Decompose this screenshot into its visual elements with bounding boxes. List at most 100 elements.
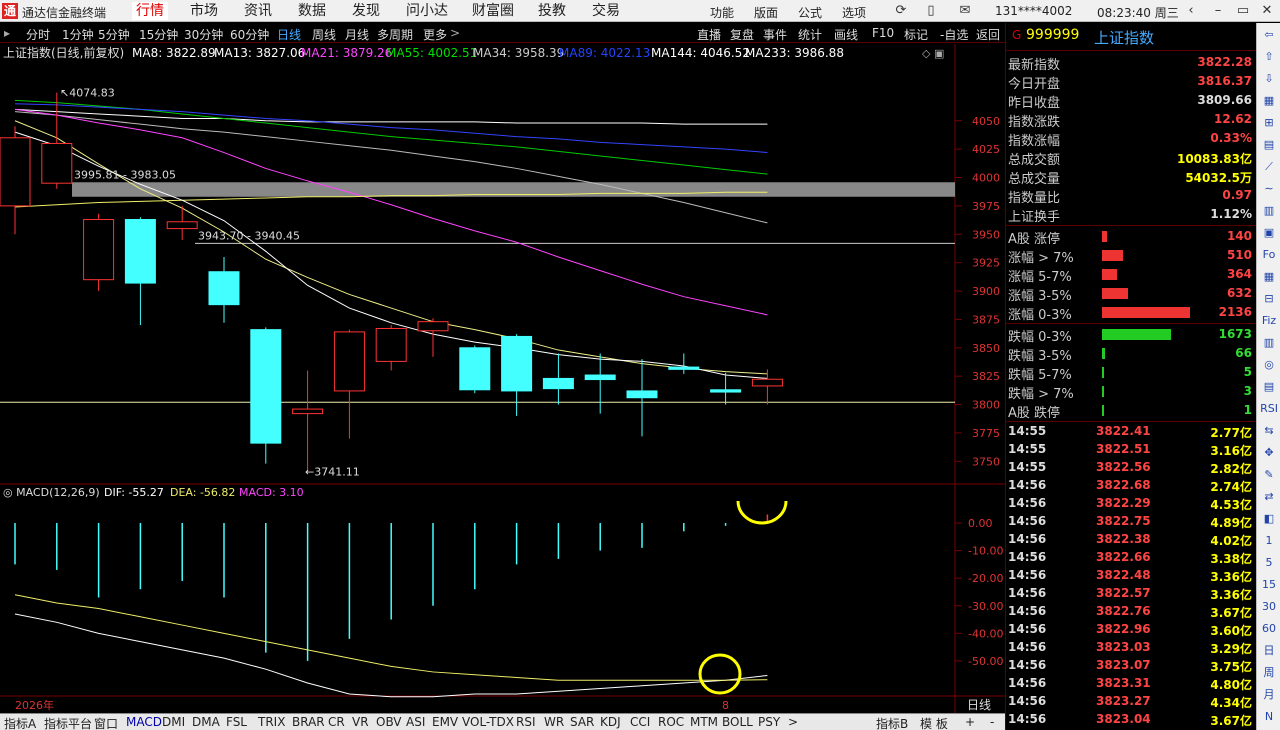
kline-chart[interactable]: 上证指数(日线,前复权) MA8: 3822.89MA13: 3827.06MA2…	[0, 44, 1005, 713]
toolbar-action-3[interactable]: 统计	[798, 26, 822, 43]
tool-icon-11[interactable]: ▦	[1259, 268, 1279, 285]
period-tab-4[interactable]: 30分钟	[184, 26, 223, 43]
toolbar-action-5[interactable]: F10	[872, 26, 894, 40]
period-tab-6[interactable]: 日线	[277, 26, 301, 43]
tool-icon-31[interactable]: N	[1259, 708, 1279, 725]
phone-icon[interactable]: ▯	[923, 3, 939, 19]
tool-icon-13[interactable]: Fiz	[1259, 312, 1279, 329]
tool-icon-20[interactable]: ✎	[1259, 466, 1279, 483]
indicator-tab-13[interactable]: EMV	[432, 715, 458, 729]
indicator-tab-0[interactable]: 指标A	[4, 715, 36, 730]
indicator-tab-5[interactable]: DMA	[192, 715, 220, 729]
close-icon[interactable]: ✕	[1259, 3, 1275, 19]
refresh-icon[interactable]: ⟳	[893, 3, 909, 19]
period-tab-9[interactable]: 多周期	[377, 26, 413, 43]
toolbar-action-0[interactable]: 直播	[697, 26, 721, 43]
menu-function[interactable]: 功能	[710, 4, 734, 21]
tool-icon-18[interactable]: ⇆	[1259, 422, 1279, 439]
tool-icon-4[interactable]: ⊞	[1259, 114, 1279, 131]
tool-icon-12[interactable]: ⊟	[1259, 290, 1279, 307]
indicator-tab-20[interactable]: ROC	[658, 715, 684, 729]
bottom-right-2[interactable]: +	[965, 715, 975, 729]
stock-name[interactable]: 上证指数	[1094, 27, 1154, 48]
indicator-tab-16[interactable]: WR	[544, 715, 564, 729]
period-tab-2[interactable]: 5分钟	[98, 26, 130, 43]
indicator-tab-17[interactable]: SAR	[570, 715, 594, 729]
toolbar-action-1[interactable]: 复盘	[730, 26, 754, 43]
indicator-tab-2[interactable]: 窗口	[94, 715, 118, 730]
period-tab-1[interactable]: 1分钟	[62, 26, 94, 43]
indicator-tab-24[interactable]: >	[788, 715, 798, 729]
tool-icon-8[interactable]: ▥	[1259, 202, 1279, 219]
minimize-icon[interactable]: –	[1210, 3, 1226, 19]
indicator-tab-3[interactable]: MACD	[126, 715, 162, 729]
indicator-tab-14[interactable]: VOL-TDX	[462, 715, 514, 729]
indicator-tab-9[interactable]: CR	[328, 715, 345, 729]
indicator-tab-8[interactable]: BRAR	[292, 715, 325, 729]
tool-icon-19[interactable]: ✥	[1259, 444, 1279, 461]
tool-icon-6[interactable]: ⟋	[1259, 158, 1279, 175]
tool-icon-1[interactable]: ⇧	[1259, 48, 1279, 65]
tool-icon-17[interactable]: RSI	[1259, 400, 1279, 417]
menu-3[interactable]: 数据	[298, 2, 326, 20]
tool-icon-0[interactable]: ⇦	[1259, 26, 1279, 43]
indicator-tab-4[interactable]: DMI	[162, 715, 185, 729]
indicator-tab-19[interactable]: CCI	[630, 715, 650, 729]
tool-icon-16[interactable]: ▤	[1259, 378, 1279, 395]
tool-icon-30[interactable]: 月	[1259, 686, 1279, 703]
tool-icon-10[interactable]: Fo	[1259, 246, 1279, 263]
indicator-tab-21[interactable]: MTM	[690, 715, 718, 729]
period-tab-0[interactable]: 分时	[26, 26, 50, 43]
period-tab-8[interactable]: 月线	[345, 26, 369, 43]
menu-6[interactable]: 财富圈	[472, 2, 514, 20]
indicator-tab-22[interactable]: BOLL	[722, 715, 753, 729]
user-account[interactable]: 131****4002	[995, 4, 1072, 18]
period-tab-10[interactable]: 更多	[423, 26, 447, 43]
tool-icon-15[interactable]: ◎	[1259, 356, 1279, 373]
menu-options[interactable]: 选项	[842, 4, 866, 21]
candle[interactable]	[250, 327, 282, 464]
toolbar-collapse-icon[interactable]: ▸	[4, 26, 10, 40]
candle[interactable]	[83, 213, 115, 292]
tool-icon-2[interactable]: ⇩	[1259, 70, 1279, 87]
tool-icon-27[interactable]: 60	[1259, 620, 1279, 637]
period-tab-5[interactable]: 60分钟	[230, 26, 269, 43]
indicator-tab-15[interactable]: RSI	[516, 715, 536, 729]
tool-icon-14[interactable]: ▥	[1259, 334, 1279, 351]
menu-formula[interactable]: 公式	[798, 4, 822, 21]
tool-icon-5[interactable]: ▤	[1259, 136, 1279, 153]
bottom-right-1[interactable]: 模 板	[920, 715, 948, 730]
tool-icon-9[interactable]: ▣	[1259, 224, 1279, 241]
period-tab-7[interactable]: 周线	[312, 26, 336, 43]
maximize-icon[interactable]: ▭	[1235, 3, 1251, 19]
indicator-tab-12[interactable]: ASI	[406, 715, 425, 729]
indicator-tab-1[interactable]: 指标平台	[44, 715, 92, 730]
indicator-tab-10[interactable]: VR	[352, 715, 369, 729]
tool-icon-22[interactable]: ◧	[1259, 510, 1279, 527]
menu-5[interactable]: 问小达	[406, 2, 448, 20]
tool-icon-7[interactable]: ∼	[1259, 180, 1279, 197]
menu-4[interactable]: 发现	[352, 2, 380, 20]
indicator-tab-7[interactable]: TRIX	[258, 715, 285, 729]
mail-icon[interactable]: ✉	[957, 3, 973, 19]
toolbar-action-7[interactable]: -自选	[940, 26, 968, 43]
more-chevron-icon[interactable]: >	[450, 26, 460, 40]
tool-icon-3[interactable]: ▦	[1259, 92, 1279, 109]
menu-2[interactable]: 资讯	[244, 2, 272, 20]
tool-icon-29[interactable]: 周	[1259, 664, 1279, 681]
toolbar-action-4[interactable]: 画线	[834, 26, 858, 43]
menu-layout[interactable]: 版面	[754, 4, 778, 21]
indicator-tab-6[interactable]: FSL	[226, 715, 247, 729]
tool-icon-21[interactable]: ⇄	[1259, 488, 1279, 505]
indicator-tab-18[interactable]: KDJ	[600, 715, 621, 729]
candle[interactable]	[459, 345, 491, 394]
tool-icon-24[interactable]: 5	[1259, 554, 1279, 571]
toolbar-action-2[interactable]: 事件	[763, 26, 787, 43]
bottom-right-0[interactable]: 指标B	[876, 715, 908, 730]
indicator-tab-11[interactable]: OBV	[376, 715, 402, 729]
menu-1[interactable]: 市场	[190, 2, 218, 20]
toolbar-action-8[interactable]: 返回	[976, 26, 1000, 43]
tool-icon-23[interactable]: 1	[1259, 532, 1279, 549]
menu-0[interactable]: 行情	[132, 2, 168, 20]
bottom-right-3[interactable]: -	[990, 715, 994, 729]
